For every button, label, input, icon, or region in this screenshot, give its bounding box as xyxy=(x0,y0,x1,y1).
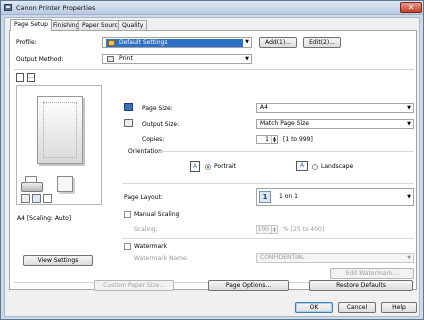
scaling-stepper[interactable]: 100 ▲ ▼ xyxy=(256,225,278,234)
copies-label: Copies: xyxy=(142,136,165,143)
tab-quality[interactable]: Quality xyxy=(118,20,148,30)
print-icon xyxy=(107,56,114,62)
watermark-name-value: CONFIDENTIAL xyxy=(260,254,305,261)
manual-scaling-label: Manual Scaling xyxy=(134,211,180,218)
page-options-button[interactable]: Page Options... xyxy=(208,280,289,291)
page-layout-value: 1 on 1 xyxy=(279,193,298,200)
printer-preview-icon xyxy=(21,176,51,194)
landscape-icon: A xyxy=(296,161,308,171)
close-button[interactable]: ✕ xyxy=(400,2,422,13)
manual-scaling-checkbox[interactable] xyxy=(124,211,131,218)
page-size-select[interactable]: A4 ▼ xyxy=(256,103,414,113)
profile-select[interactable]: Default Settings ▼ xyxy=(102,37,252,48)
output-size-icon xyxy=(124,119,133,127)
custom-paper-size-button[interactable]: Custom Paper Size... xyxy=(94,280,174,291)
output-size-label: Output Size: xyxy=(142,121,180,128)
output-method-select[interactable]: Print ▼ xyxy=(102,54,252,64)
paper-stack-icon xyxy=(57,176,73,192)
watermark-label: Watermark xyxy=(134,243,168,250)
scaling-value: 100 xyxy=(257,226,269,233)
printer-app-icon xyxy=(4,4,12,11)
landscape-label: Landscape xyxy=(321,163,354,170)
page-layout-select[interactable]: 1 1 on 1 ▼ xyxy=(256,188,414,206)
watermark-checkbox[interactable] xyxy=(124,243,131,250)
spin-down-icon[interactable]: ▼ xyxy=(271,139,277,143)
title-bar[interactable]: Canon Printer Properties ✕ xyxy=(1,1,423,15)
output-method-label: Output Method: xyxy=(16,56,64,63)
help-button[interactable]: Help xyxy=(381,302,417,313)
portrait-radio[interactable] xyxy=(205,164,211,170)
separator xyxy=(122,238,414,239)
spin-down-icon[interactable]: ▼ xyxy=(271,229,277,233)
page-layout-label: Page Layout: xyxy=(124,194,163,201)
landscape-radio[interactable] xyxy=(312,164,318,170)
single-page-view-icon[interactable] xyxy=(16,73,24,82)
view-settings-button[interactable]: View Settings xyxy=(23,255,93,266)
edit-profile-button[interactable]: Edit(2)... xyxy=(303,37,341,48)
chevron-down-icon: ▼ xyxy=(407,121,411,127)
page-size-value: A4 xyxy=(260,104,268,111)
watermark-name-select[interactable]: CONFIDENTIAL ▼ xyxy=(256,253,414,263)
page-size-icon xyxy=(124,103,133,111)
page-setup-panel: Profile: Default Settings ▼ Add(1)... Ed… xyxy=(9,30,417,290)
watermark-name-label: Watermark Name: xyxy=(134,255,189,262)
portrait-label: Portrait xyxy=(214,163,237,170)
layout-icon xyxy=(32,194,41,203)
profile-value: Default Settings xyxy=(119,39,168,46)
chevron-down-icon: ▼ xyxy=(245,39,249,45)
preview-view-toggle xyxy=(16,73,46,83)
page-preview-frame xyxy=(16,85,102,205)
page-preview xyxy=(37,96,83,164)
separator xyxy=(14,69,414,70)
add-profile-button[interactable]: Add(1)... xyxy=(259,37,297,48)
copies-value: 1 xyxy=(265,136,269,143)
printable-area xyxy=(43,102,77,158)
page-layout-icon: 1 xyxy=(259,191,271,203)
output-size-select[interactable]: Match Page Size ▼ xyxy=(256,119,414,129)
orientation-label: Orientation xyxy=(128,148,162,155)
dialog-client-area: Page Setup Finishing Paper Source Qualit… xyxy=(4,17,420,317)
scaling-range: % [25 to 400] xyxy=(283,226,325,233)
chevron-down-icon: ▼ xyxy=(407,255,411,261)
preview-caption: A4 [Scaling: Auto] xyxy=(17,215,72,222)
cancel-button[interactable]: Cancel xyxy=(338,302,376,313)
separator xyxy=(158,151,414,152)
preview-mini-icons xyxy=(21,194,61,204)
page-size-label: Page Size: xyxy=(142,105,173,112)
ok-button[interactable]: OK xyxy=(295,302,333,313)
restore-defaults-button[interactable]: Restore Defaults xyxy=(309,280,413,291)
portrait-icon: A xyxy=(190,161,200,172)
copies-stepper[interactable]: 1 ▲ ▼ xyxy=(256,135,278,144)
printer-properties-window: Canon Printer Properties ✕ Page Setup Fi… xyxy=(0,0,424,320)
copies-range: [1 to 999] xyxy=(283,136,313,143)
separator xyxy=(122,183,414,184)
window-title: Canon Printer Properties xyxy=(16,4,96,12)
chevron-down-icon: ▼ xyxy=(407,194,411,200)
output-size-value: Match Page Size xyxy=(260,120,309,127)
output-method-value: Print xyxy=(119,55,133,62)
edit-watermark-button[interactable]: Edit Watermark... xyxy=(330,268,414,279)
staple-icon xyxy=(21,194,30,203)
tab-page-setup[interactable]: Page Setup xyxy=(10,19,52,31)
color-mode-icon xyxy=(43,194,52,203)
profile-label: Profile: xyxy=(16,39,37,46)
profile-icon xyxy=(108,40,115,46)
chevron-down-icon: ▼ xyxy=(407,105,411,111)
multi-page-view-icon[interactable] xyxy=(27,73,35,82)
chevron-down-icon: ▼ xyxy=(245,56,249,62)
scaling-label: Scaling: xyxy=(134,226,158,233)
